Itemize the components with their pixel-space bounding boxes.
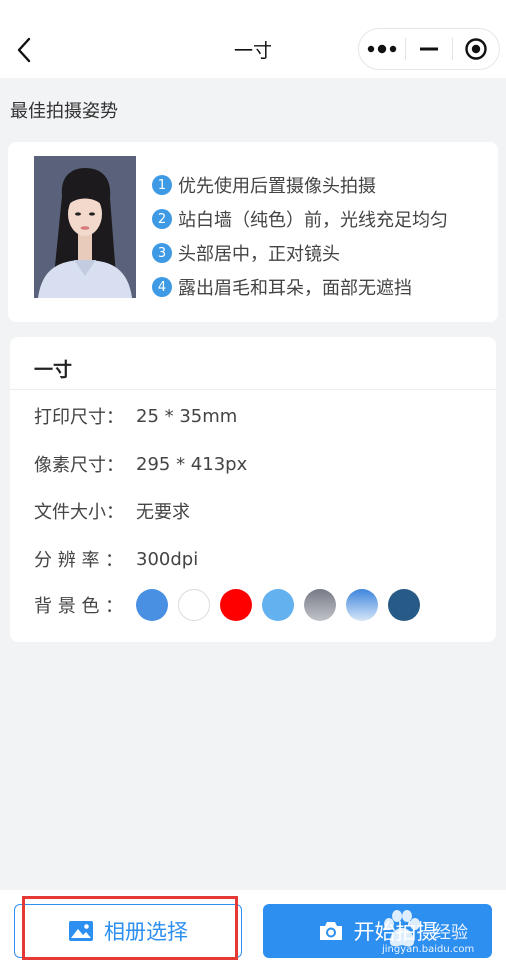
bottom-action-bar: 相册选择 开始拍摄: [0, 890, 506, 965]
start-shooting-label: 开始拍摄: [353, 920, 438, 944]
spec-row-background-color: 背 景 色 ：: [34, 589, 430, 621]
color-swatch-dark-blue[interactable]: [388, 589, 420, 621]
pose-tip: 3 头部居中，正对镜头: [152, 236, 448, 270]
minimize-button[interactable]: [406, 29, 452, 69]
spec-key: 分 辨 率 ：: [34, 550, 124, 571]
close-miniprogram-button[interactable]: [453, 29, 499, 69]
tip-number-badge: 4: [152, 277, 172, 297]
camera-icon: [318, 920, 344, 942]
color-swatch-white[interactable]: [178, 589, 210, 621]
spec-value: 300dpi: [136, 548, 199, 570]
spec-key: 文件大小：: [34, 502, 124, 523]
minus-icon: [420, 47, 438, 51]
album-select-label: 相册选择: [104, 920, 188, 944]
pose-tip: 4 露出眉毛和耳朵，面部无遮挡: [152, 270, 448, 304]
color-swatch-blue-gradient[interactable]: [346, 589, 378, 621]
more-button[interactable]: [359, 29, 405, 69]
pose-tip: 1 优先使用后置摄像头拍摄: [152, 168, 448, 202]
navigation-bar: 一寸: [0, 0, 506, 78]
spec-row-resolution: 分 辨 率 ： 300dpi: [34, 546, 198, 572]
tip-text: 优先使用后置摄像头拍摄: [178, 176, 376, 197]
spec-title: 一寸: [34, 359, 73, 381]
pose-tip: 2 站白墙（纯色）前，光线充足均匀: [152, 202, 448, 236]
color-swatch-blue[interactable]: [136, 589, 168, 621]
spec-key: 打印尺寸：: [34, 407, 124, 428]
spec-key: 背 景 色 ：: [34, 596, 124, 617]
background-color-swatches: [136, 589, 430, 621]
start-shooting-button[interactable]: 开始拍摄: [263, 904, 492, 958]
tip-text: 头部居中，正对镜头: [178, 244, 340, 265]
pose-tips-list: 1 优先使用后置摄像头拍摄 2 站白墙（纯色）前，光线充足均匀 3 头部居中，正…: [152, 168, 448, 304]
tip-number-badge: 2: [152, 209, 172, 229]
color-swatch-gray-gradient[interactable]: [304, 589, 336, 621]
section-label-best-pose: 最佳拍摄姿势: [10, 101, 118, 122]
spec-value: 295 * 413px: [136, 453, 248, 475]
album-select-button[interactable]: 相册选择: [14, 904, 242, 958]
more-dots-icon: [367, 44, 397, 54]
sample-portrait-photo: [34, 156, 136, 298]
spec-row-print-size: 打印尺寸： 25 * 35mm: [34, 403, 237, 429]
color-swatch-light-blue[interactable]: [262, 589, 294, 621]
spec-value: 25 * 35mm: [136, 405, 238, 427]
image-icon: [68, 920, 94, 942]
color-swatch-red[interactable]: [220, 589, 252, 621]
spec-value: 无要求: [136, 502, 190, 523]
spec-key: 像素尺寸：: [34, 455, 124, 476]
divider: [10, 389, 496, 390]
mini-program-capsule: [358, 28, 500, 70]
tip-number-badge: 3: [152, 243, 172, 263]
spec-row-file-size: 文件大小： 无要求: [34, 498, 190, 524]
tip-text: 露出眉毛和耳朵，面部无遮挡: [178, 278, 412, 299]
tip-number-badge: 1: [152, 175, 172, 195]
tip-text: 站白墙（纯色）前，光线充足均匀: [178, 210, 448, 231]
spec-card: 一寸 打印尺寸： 25 * 35mm 像素尺寸： 295 * 413px 文件大…: [10, 337, 496, 642]
spec-row-pixel-size: 像素尺寸： 295 * 413px: [34, 451, 247, 477]
pose-card: 1 优先使用后置摄像头拍摄 2 站白墙（纯色）前，光线充足均匀 3 头部居中，正…: [8, 142, 498, 322]
target-circle-icon: [465, 38, 487, 60]
